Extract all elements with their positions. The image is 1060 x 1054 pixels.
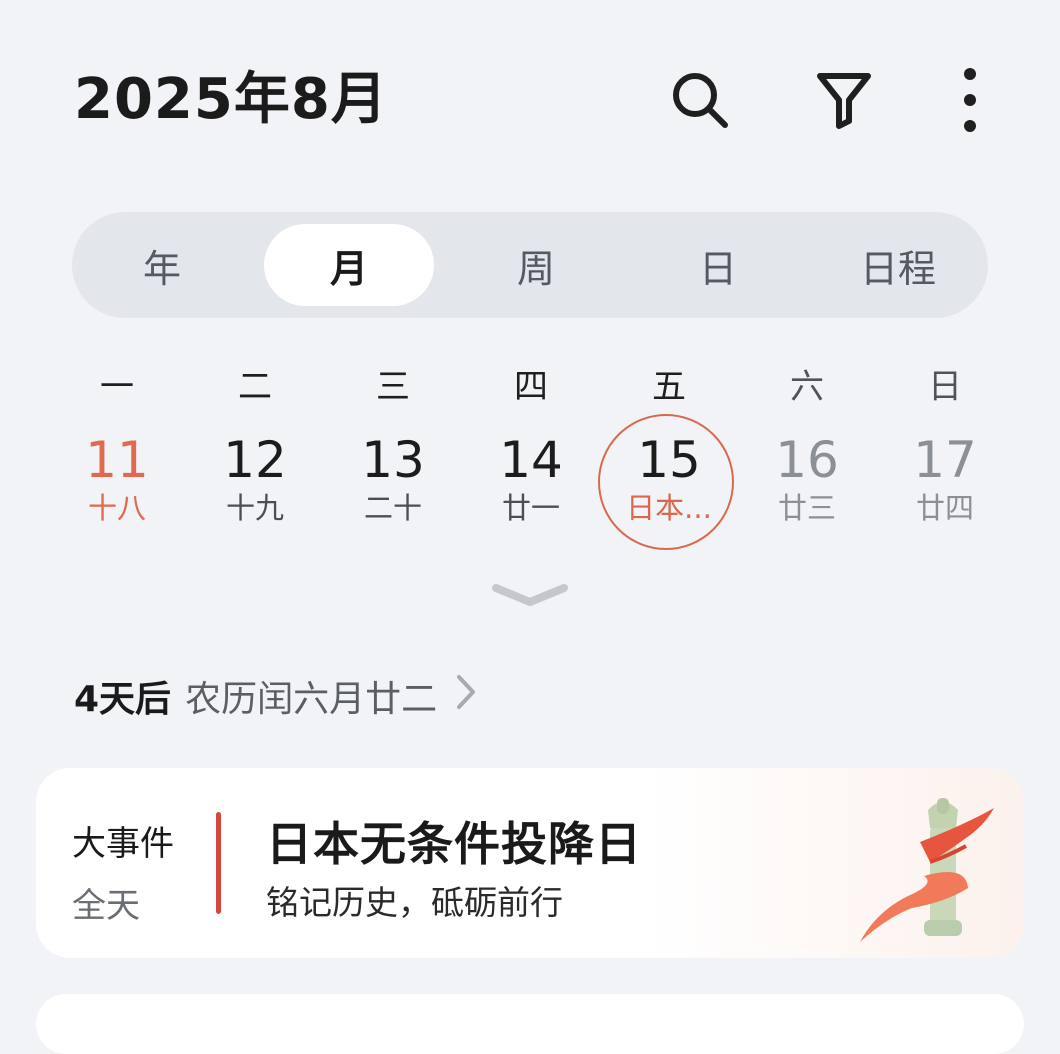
- week-row: 11 十八 12 十九 13 二十 14 廿一 15 日本... 16 廿三 1…: [48, 414, 1014, 558]
- day-cell[interactable]: 14 廿一: [462, 418, 600, 558]
- day-number: 14: [499, 431, 563, 489]
- countdown-lunar: 农历闰六月廿二: [185, 679, 438, 720]
- event-color-bar: [216, 812, 221, 914]
- lunar-date: 廿一: [501, 491, 560, 525]
- lunar-date: 二十: [363, 491, 422, 525]
- event-title: 日本无条件投降日: [266, 817, 642, 871]
- chevron-right-icon: [455, 673, 477, 720]
- event-time: 全天: [72, 886, 140, 926]
- monument-ribbon-illustration: [816, 784, 996, 954]
- lunar-date: 日本...: [626, 491, 712, 525]
- weekday-label: 二: [238, 366, 272, 407]
- next-event-card[interactable]: [36, 994, 1024, 1054]
- filter-icon[interactable]: [808, 64, 880, 136]
- weekday-label: 五: [652, 366, 686, 407]
- event-subtitle: 铭记历史，砥砺前行: [266, 883, 563, 922]
- day-cell[interactable]: 11 十八: [48, 418, 186, 558]
- weekday-label: 一: [100, 366, 134, 407]
- expand-chevron-icon[interactable]: [490, 580, 570, 610]
- day-cell-selected[interactable]: 15 日本...: [598, 414, 738, 558]
- lunar-date: 十八: [87, 491, 146, 525]
- header: 2025年8月: [0, 0, 1060, 190]
- day-number: 11: [85, 431, 149, 489]
- lunar-date: 廿三: [777, 491, 836, 525]
- day-number: 15: [637, 431, 701, 489]
- event-category: 大事件: [72, 824, 174, 864]
- tab-agenda[interactable]: 日程: [828, 212, 968, 318]
- weekday-label: 日: [928, 366, 962, 407]
- day-cell[interactable]: 12 十九: [186, 418, 324, 558]
- day-number: 17: [913, 431, 977, 489]
- view-switcher: 年 月 周 日 日程: [72, 212, 988, 318]
- day-number: 12: [223, 431, 287, 489]
- tab-week[interactable]: 周: [466, 212, 606, 318]
- more-icon[interactable]: [934, 64, 1006, 136]
- weekday-label: 四: [514, 366, 548, 407]
- weekday-label: 三: [376, 366, 410, 407]
- lunar-date: 十九: [225, 491, 284, 525]
- tab-month[interactable]: 月: [264, 224, 434, 306]
- countdown-row[interactable]: 4天后 农历闰六月廿二: [74, 668, 477, 724]
- lunar-date: 廿四: [915, 491, 974, 525]
- weekday-label: 六: [790, 366, 824, 407]
- event-card[interactable]: 大事件 全天 日本无条件投降日 铭记历史，砥砺前行: [36, 768, 1024, 958]
- countdown-days: 4天后: [74, 679, 172, 720]
- day-number: 13: [361, 431, 425, 489]
- day-cell[interactable]: 17 廿四: [876, 418, 1014, 558]
- day-number: 16: [775, 431, 839, 489]
- day-cell[interactable]: 13 二十: [324, 418, 462, 558]
- search-icon[interactable]: [664, 64, 736, 136]
- weekday-header: 一 二 三 四 五 六 日: [48, 355, 1014, 411]
- month-title[interactable]: 2025年8月: [74, 60, 388, 140]
- tab-year[interactable]: 年: [92, 212, 232, 318]
- day-cell[interactable]: 16 廿三: [738, 418, 876, 558]
- tab-day[interactable]: 日: [648, 212, 788, 318]
